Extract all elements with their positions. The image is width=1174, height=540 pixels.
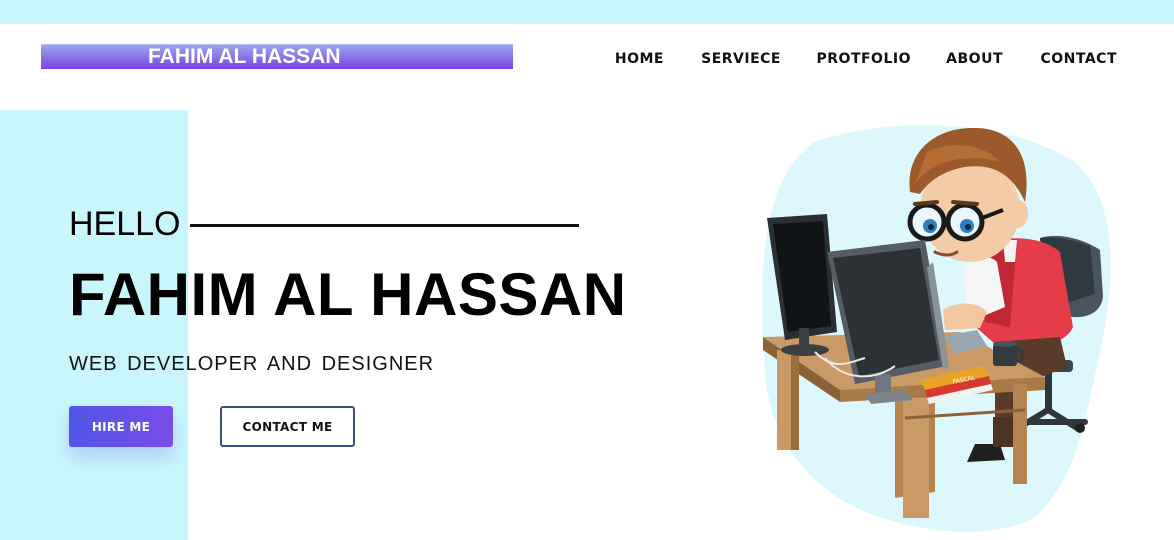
- nav-contact[interactable]: CONTACT: [1040, 49, 1117, 69]
- top-accent-strip: [0, 0, 1174, 24]
- hero-name: FAHIM AL HASSAN: [69, 261, 627, 328]
- contact-me-button[interactable]: CONTACT ME: [220, 406, 355, 447]
- nav-portfolio[interactable]: PROTFOLIO: [817, 49, 912, 69]
- logo-text: FAHIM AL HASSAN: [148, 45, 341, 68]
- hero-role: WEB DEVELOPER AND DESIGNER: [69, 353, 435, 375]
- developer-at-desk-illustration: PASCAL: [762, 125, 1111, 532]
- nav-service[interactable]: SERVIECE: [701, 49, 781, 69]
- logo[interactable]: FAHIM AL HASSAN: [41, 44, 513, 69]
- greeting-text: HELLO: [69, 205, 181, 243]
- site-header: FAHIM AL HASSAN HOME SERVIECE PROTFOLIO …: [0, 24, 1174, 110]
- hire-me-button[interactable]: HIRE ME: [69, 406, 173, 447]
- greeting-divider: [190, 224, 579, 227]
- nav-home[interactable]: HOME: [615, 49, 664, 69]
- nav-about[interactable]: ABOUT: [946, 49, 1003, 69]
